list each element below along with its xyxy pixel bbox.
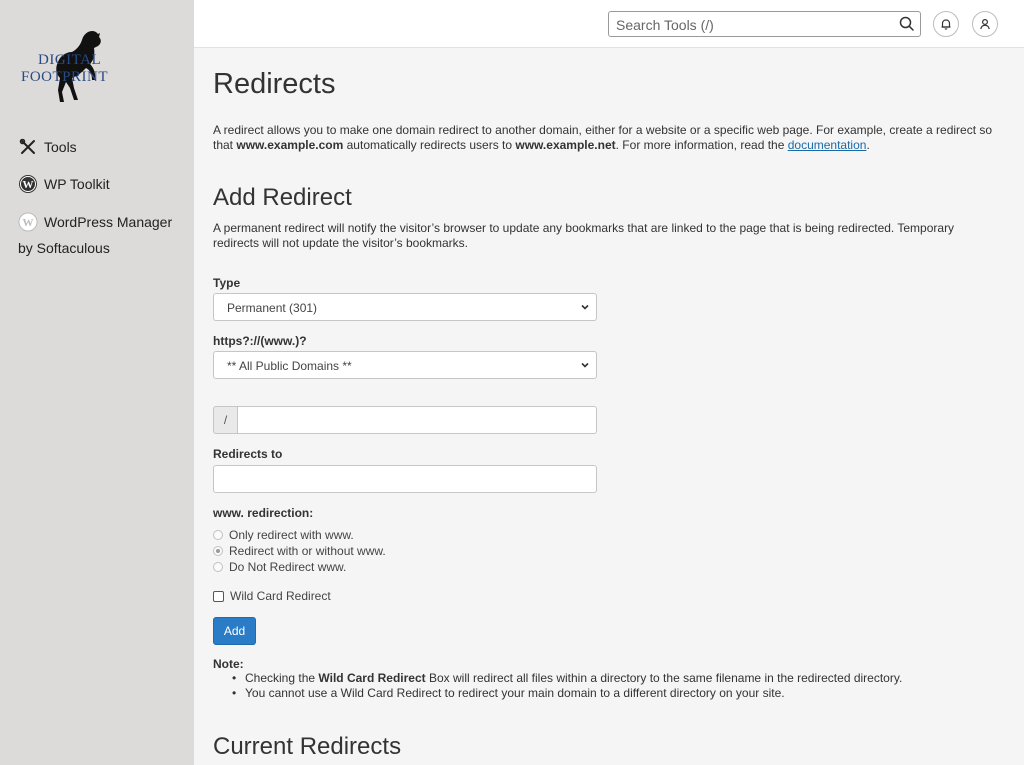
chevron-down-icon [581, 304, 589, 310]
sidebar-item-wordpress-manager[interactable]: W WordPress Manager [18, 212, 172, 232]
path-prefix: / [213, 406, 238, 434]
bell-icon [941, 19, 951, 30]
logo[interactable]: DIGITAL FOOTPRINT [20, 28, 130, 108]
documentation-link[interactable]: documentation [788, 138, 867, 152]
www-redirection-label: www. redirection: [213, 506, 314, 520]
sidebar-item-tools[interactable]: Tools [18, 137, 77, 157]
top-bar: Search Tools (/) [194, 0, 1024, 48]
search-placeholder: Search Tools (/) [616, 17, 714, 33]
page-title: Redirects [213, 68, 336, 100]
wildcard-redirect-checkbox[interactable] [213, 590, 224, 602]
notifications-button[interactable] [933, 11, 959, 37]
radio-label: Do Not Redirect www. [229, 560, 347, 574]
sidebar: DIGITAL FOOTPRINT Tools W WP Toolkit W W… [0, 0, 194, 765]
wordpress-icon: W [18, 174, 38, 194]
sidebar-item-label: WP Toolkit [44, 176, 110, 192]
radio-only-www[interactable]: Only redirect with www. [213, 528, 354, 542]
redirects-to-input[interactable] [213, 465, 597, 493]
radio-with-or-without-www[interactable]: Redirect with or without www. [213, 544, 386, 558]
svg-text:W: W [23, 179, 34, 191]
wordpress-icon: W [18, 212, 38, 232]
chevron-down-icon [581, 362, 589, 368]
list-item: You cannot use a Wild Card Redirect to r… [232, 686, 902, 701]
radio-button[interactable] [213, 562, 223, 572]
tools-icon [18, 137, 38, 157]
wildcard-redirect-label: Wild Card Redirect [230, 589, 331, 603]
sidebar-item-wp-toolkit[interactable]: W WP Toolkit [18, 174, 110, 194]
domain-select[interactable]: ** All Public Domains ** [213, 351, 597, 379]
redirects-to-label: Redirects to [213, 447, 283, 461]
list-item: Checking the Wild Card Redirect Box will… [232, 671, 902, 686]
note-title: Note: [213, 657, 244, 671]
radio-do-not-redirect-www[interactable]: Do Not Redirect www. [213, 560, 346, 574]
user-icon [980, 18, 990, 30]
domain-select-value: ** All Public Domains ** [227, 359, 352, 373]
add-button[interactable]: Add [213, 617, 256, 645]
sidebar-item-label-line2[interactable]: by Softaculous [18, 240, 110, 256]
wildcard-redirect-option[interactable]: Wild Card Redirect [213, 589, 331, 603]
type-select[interactable]: Permanent (301) [213, 293, 597, 321]
radio-button[interactable] [213, 530, 223, 540]
logo-text-footprint: FOOTPRINT [21, 69, 109, 85]
svg-text:W: W [23, 217, 34, 229]
add-redirect-heading: Add Redirect [213, 184, 352, 211]
path-input[interactable] [237, 406, 597, 434]
radio-label: Redirect with or without www. [229, 544, 386, 558]
path-field-group: / [213, 406, 597, 434]
current-redirects-heading: Current Redirects [213, 733, 402, 760]
radio-label: Only redirect with www. [229, 528, 354, 542]
type-select-value: Permanent (301) [227, 301, 318, 315]
logo-text-digital: DIGITAL [38, 52, 102, 68]
sidebar-item-label: WordPress Manager [44, 214, 173, 230]
user-menu-button[interactable] [972, 11, 998, 37]
search-icon[interactable] [898, 15, 916, 33]
sidebar-item-label: Tools [44, 139, 77, 155]
search-input[interactable]: Search Tools (/) [608, 11, 921, 37]
add-redirect-description: A permanent redirect will notify the vis… [213, 221, 955, 250]
radio-button-selected[interactable] [213, 546, 223, 556]
domain-label: https?://(www.)? [213, 334, 307, 348]
type-label: Type [213, 276, 241, 290]
intro-text: A redirect allows you to make one domain… [213, 123, 993, 152]
note-list: Checking the Wild Card Redirect Box will… [232, 671, 902, 701]
